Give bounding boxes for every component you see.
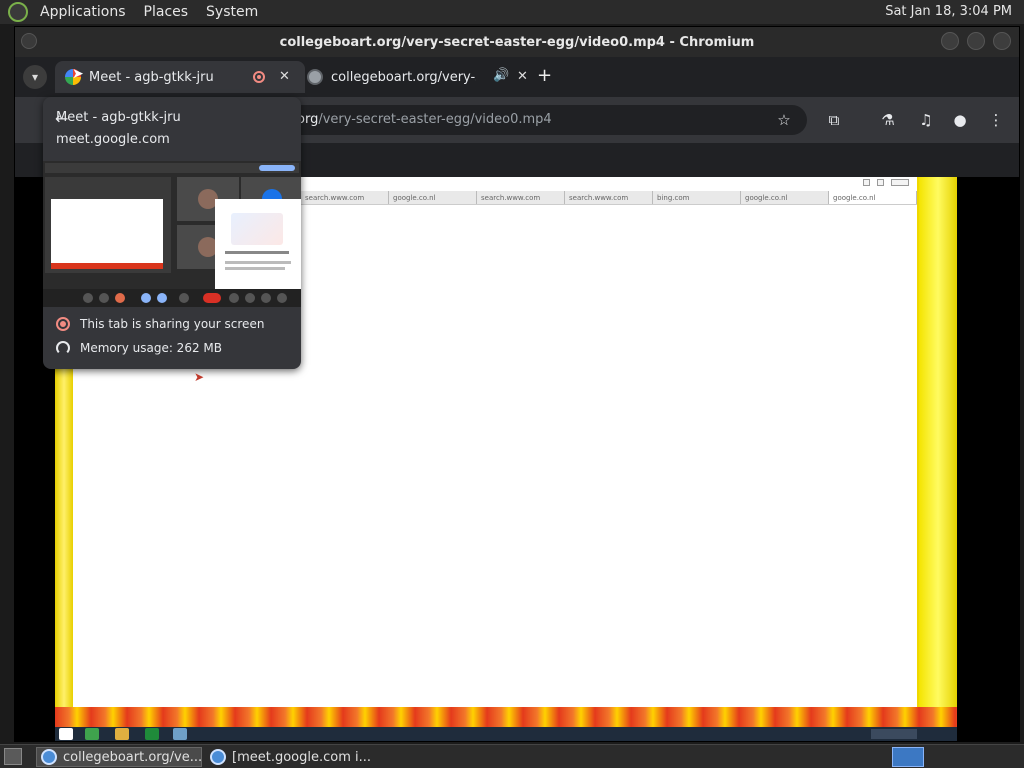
video-store-icon	[145, 728, 159, 740]
preview-call-controls	[43, 289, 301, 307]
menu-places[interactable]: Places	[138, 4, 195, 20]
bottom-panel: collegeboart.org/ve... [meet.google.com …	[0, 744, 1024, 768]
video-ie-icon	[85, 728, 99, 740]
video-windows-taskbar	[55, 727, 957, 741]
chromium-icon	[41, 749, 57, 765]
chromium-window: collegeboart.org/very-secret-easter-egg/…	[14, 26, 1020, 742]
kebab-menu-icon[interactable]: ⋮	[985, 109, 1007, 131]
video-close-icon	[891, 179, 909, 186]
hover-card-url: meet.google.com	[56, 132, 170, 147]
workspace-switcher[interactable]	[892, 747, 924, 767]
video-cursor-icon: ➤	[194, 370, 205, 384]
show-desktop-icon[interactable]	[4, 748, 22, 765]
video-app-icon	[173, 728, 187, 740]
profile-avatar-icon[interactable]: ●	[949, 109, 971, 131]
bookmark-star-icon[interactable]: ☆	[773, 109, 795, 131]
url-path: /very-secret-easter-egg/video0.mp4	[318, 112, 552, 127]
window-title: collegeboart.org/very-secret-easter-egg/…	[279, 34, 755, 50]
video-fire-strip	[55, 707, 957, 727]
tab-search-chevron-down-icon[interactable]: ▾	[23, 65, 47, 89]
preview-shared-screen	[45, 177, 171, 273]
labs-flask-icon[interactable]: ⚗	[877, 109, 899, 131]
maximize-icon[interactable]	[967, 32, 985, 50]
video-tab: google.co.nl	[389, 191, 477, 204]
video-frame-right	[919, 177, 957, 741]
tab-video[interactable]: collegeboart.org/very-sec 🔊 ✕	[297, 61, 528, 93]
speaker-icon[interactable]: 🔊	[493, 68, 509, 83]
taskbar-item-label: collegeboart.org/ve...	[63, 749, 202, 765]
taskbar-item-label: [meet.google.com i...	[232, 749, 372, 765]
hover-card-title: Meet - agb-gtkk-jru	[56, 110, 181, 125]
tab-strip: ▾ Meet - agb-gtkk-jru ✕ collegeboart.org…	[15, 57, 1019, 97]
taskbar-item-meet[interactable]: [meet.google.com i...	[206, 747, 386, 767]
video-tab: google.co.nl	[829, 191, 917, 204]
video-minimize-icon	[863, 179, 870, 186]
video-start-icon	[59, 728, 73, 740]
tab-title: collegeboart.org/very-sec	[331, 69, 476, 85]
sharing-status-text: This tab is sharing your screen	[80, 317, 265, 331]
panel-clock[interactable]: Sat Jan 18, 3:04 PM	[885, 4, 1012, 19]
screen-share-record-icon	[56, 317, 70, 331]
memory-usage-text: Memory usage: 262 MB	[80, 341, 222, 355]
video-maximize-icon	[877, 179, 884, 186]
speedometer-icon	[56, 341, 70, 355]
video-tab: google.co.nl	[741, 191, 829, 204]
globe-icon	[307, 69, 323, 85]
menu-system[interactable]: System	[200, 4, 264, 20]
media-controls-icon[interactable]: ♫	[915, 109, 937, 131]
tab-preview-thumbnail	[43, 161, 301, 307]
video-tab: search.www.com	[477, 191, 565, 204]
video-browser-tabs: search.www.com google.co.nl search.www.c…	[301, 191, 917, 205]
distro-logo-icon[interactable]	[8, 2, 28, 22]
preview-signup-card	[215, 199, 301, 289]
memory-usage-row: Memory usage: 262 MB	[56, 341, 222, 355]
menu-applications[interactable]: Applications	[34, 4, 132, 20]
video-tab: search.www.com	[565, 191, 653, 204]
new-tab-button[interactable]: +	[537, 65, 552, 86]
tab-title: Meet - agb-gtkk-jru	[89, 69, 214, 85]
video-tab: bing.com	[653, 191, 741, 204]
close-tab-icon[interactable]: ✕	[279, 69, 290, 84]
close-tab-icon[interactable]: ✕	[517, 69, 528, 84]
close-window-icon[interactable]	[993, 32, 1011, 50]
chromium-icon	[210, 749, 226, 765]
video-folder-icon	[115, 728, 129, 740]
sharing-status-row: This tab is sharing your screen	[56, 317, 264, 331]
video-tab: search.www.com	[301, 191, 389, 204]
window-menu-icon[interactable]	[21, 33, 37, 49]
tab-meet[interactable]: Meet - agb-gtkk-jru ✕	[55, 61, 305, 93]
top-panel: Applications Places System Sat Jan 18, 3…	[0, 0, 1024, 24]
minimize-icon[interactable]	[941, 32, 959, 50]
recording-indicator-icon	[253, 71, 265, 83]
mouse-pointer-icon: ➤	[72, 66, 84, 82]
taskbar-item-chromium-video[interactable]: collegeboart.org/ve...	[36, 747, 202, 767]
preview-header	[45, 163, 299, 173]
window-titlebar[interactable]: collegeboart.org/very-secret-easter-egg/…	[15, 27, 1019, 57]
tab-hover-card: ← Meet - agb-gtkk-jru meet.google.com Th…	[43, 97, 301, 369]
extensions-puzzle-icon[interactable]: ⧉	[823, 109, 845, 131]
video-system-tray	[871, 729, 917, 739]
